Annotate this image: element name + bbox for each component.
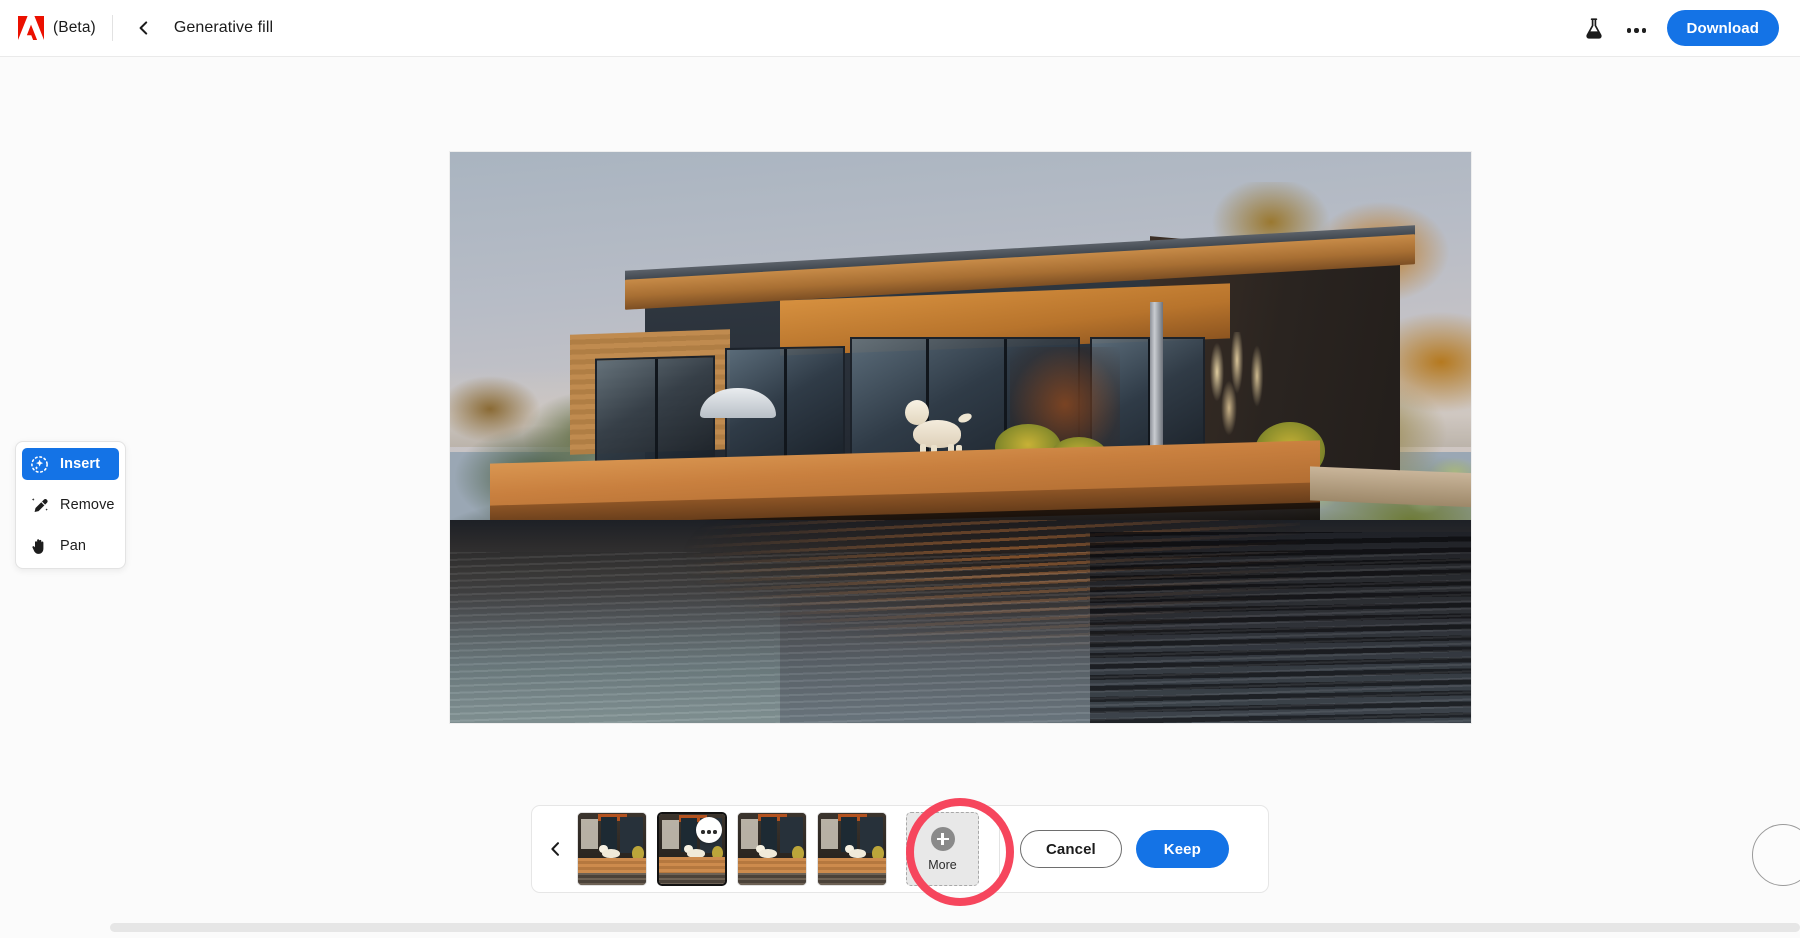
chevron-left-icon <box>550 842 559 856</box>
more-horizontal-icon <box>700 821 719 839</box>
tool-remove[interactable]: Remove <box>22 489 119 521</box>
tool-remove-label: Remove <box>60 497 115 513</box>
variation-thumbnail-2[interactable] <box>657 812 727 886</box>
seawall-layer <box>1310 466 1471 508</box>
horizontal-scrollbar-thumb[interactable] <box>110 923 1800 932</box>
header-left-group: (Beta) Generative fill <box>0 15 273 41</box>
more-button[interactable]: More <box>906 812 979 886</box>
flask-button[interactable] <box>1577 11 1611 45</box>
variation-thumbnail-3[interactable] <box>737 812 807 886</box>
variations-actions: Cancel Keep <box>1020 830 1229 868</box>
remove-brush-icon <box>30 496 49 515</box>
application-window: (Beta) Generative fill Download Insert R… <box>0 0 1800 938</box>
overflow-menu-button[interactable] <box>1620 11 1654 45</box>
chevron-left-icon <box>139 21 148 35</box>
tool-pan-label: Pan <box>60 538 87 554</box>
horizontal-scrollbar[interactable] <box>0 917 1800 938</box>
sparkle-circle-icon <box>30 455 49 474</box>
variation-thumbnails <box>577 812 892 886</box>
variations-prev-button[interactable] <box>542 834 568 864</box>
header-right-group: Download <box>1577 10 1800 46</box>
app-header: (Beta) Generative fill Download <box>0 0 1800 57</box>
tool-insert[interactable]: Insert <box>22 448 119 480</box>
tool-insert-label: Insert <box>60 456 101 472</box>
thumbnail-options-button[interactable] <box>696 817 722 843</box>
plus-circle-icon <box>930 826 955 851</box>
download-button[interactable]: Download <box>1666 10 1779 46</box>
more-button-label: More <box>928 857 957 872</box>
variation-thumbnail-1[interactable] <box>577 812 647 886</box>
keep-button[interactable]: Keep <box>1135 830 1229 868</box>
page-title: Generative fill <box>173 19 274 36</box>
cancel-button[interactable]: Cancel <box>1020 830 1122 868</box>
hand-icon <box>30 537 49 556</box>
window-left <box>595 355 715 464</box>
beta-label: (Beta) <box>53 19 96 36</box>
flask-icon <box>1585 17 1602 39</box>
variation-thumbnail-4[interactable] <box>817 812 887 886</box>
canvas-area[interactable] <box>0 57 1800 917</box>
tool-pan[interactable]: Pan <box>22 530 119 562</box>
adobe-logo-icon <box>18 16 44 40</box>
dog-head <box>905 400 929 425</box>
header-divider <box>111 15 113 41</box>
generated-image[interactable] <box>450 152 1471 723</box>
brush-cursor <box>1752 824 1800 886</box>
variations-bar: More Cancel Keep <box>531 805 1269 893</box>
actions-divider <box>999 820 1000 878</box>
water-ripples <box>450 552 1471 723</box>
tool-palette: Insert Remove Pan <box>15 441 126 569</box>
back-button[interactable] <box>131 15 157 41</box>
more-horizontal-icon <box>1625 21 1647 36</box>
